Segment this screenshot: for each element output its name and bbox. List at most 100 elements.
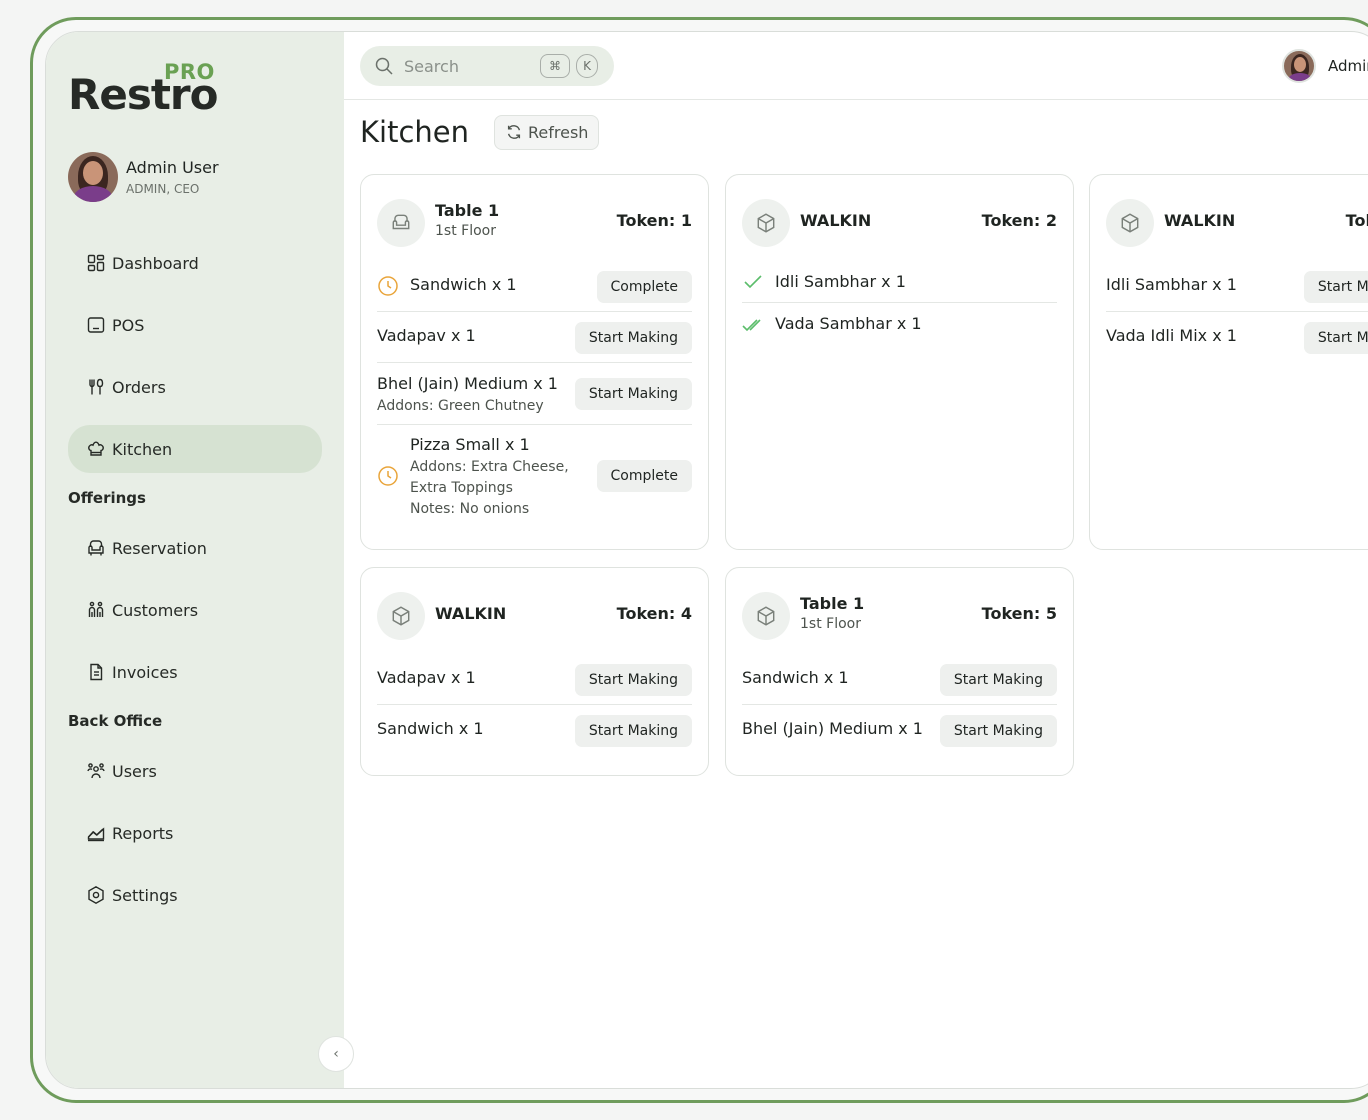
sidebar-item-label: Kitchen (112, 439, 173, 459)
item-name: Bhel (Jain) Medium x 1 (377, 374, 558, 393)
order-item: Pizza Small x 1 Addons: Extra Cheese, Ex… (377, 425, 692, 529)
app-window: PRO Restro Admin User ADMIN, CEO Dashboa… (45, 31, 1368, 1089)
order-location: 1st Floor (435, 223, 496, 239)
sidebar-item-customers[interactable]: Customers (68, 586, 322, 634)
dashboard-icon (86, 253, 106, 273)
sidebar-item-kitchen[interactable]: Kitchen (68, 425, 322, 473)
order-card: WALKIN Token: 4 Vadapav x 1 Start Making… (360, 567, 709, 776)
sidebar-item-label: Users (112, 761, 157, 781)
start-making-button[interactable]: Start Making (1303, 322, 1368, 354)
avatar (68, 152, 118, 202)
profile-name: Admin User (126, 158, 219, 177)
order-token: Token: 4 (616, 604, 692, 623)
section-title-offerings: Offerings (68, 489, 146, 507)
user-profile[interactable]: Admin User ADMIN, CEO (68, 152, 328, 204)
order-card-header: WALKIN Token: 2 (742, 197, 1057, 249)
sidebar-item-label: POS (112, 315, 145, 335)
complete-button[interactable]: Complete (596, 271, 692, 303)
order-item: Bhel (Jain) Medium x 1 Start Making (742, 705, 1057, 756)
refresh-button[interactable]: Refresh (494, 114, 600, 150)
start-making-button[interactable]: Start Making (574, 322, 692, 354)
order-token: Token: 3 (1345, 211, 1368, 230)
invoice-icon (86, 662, 106, 682)
order-card-header: Table 1 1st Floor Token: 5 (742, 590, 1057, 642)
sidebar-item-label: Reservation (112, 538, 207, 558)
order-item: Sandwich x 1 Start Making (377, 705, 692, 756)
box-icon (1106, 199, 1154, 247)
topbar: ⌘ K Admin (344, 32, 1368, 100)
start-making-button[interactable]: Start Making (574, 715, 692, 747)
chevron-left-icon: ‹ (333, 1046, 339, 1062)
sidebar-item-dashboard[interactable]: Dashboard (68, 239, 322, 287)
order-item: Vadapav x 1 Start Making (377, 312, 692, 363)
chef-hat-icon (86, 439, 106, 459)
users-icon (86, 761, 106, 781)
item-name: Sandwich x 1 (410, 275, 517, 294)
collapse-sidebar-button[interactable]: ‹ (318, 1036, 354, 1072)
sidebar-item-label: Invoices (112, 662, 178, 682)
order-card: Table 1 1st Floor Token: 5 Sandwich x 1 … (725, 567, 1074, 776)
refresh-icon (507, 125, 521, 139)
topbar-user-menu[interactable]: Admin (1282, 49, 1368, 83)
reports-icon (86, 823, 106, 843)
order-item: Idli Sambhar x 1 Start Making (1106, 261, 1368, 312)
order-item: Vada Idli Mix x 1 Start Making (1106, 312, 1368, 363)
shortcut-cmd-key: ⌘ (540, 54, 570, 78)
orders-icon (86, 377, 106, 397)
settings-icon (86, 885, 106, 905)
avatar (1282, 49, 1316, 83)
box-icon (742, 199, 790, 247)
sidebar-item-settings[interactable]: Settings (68, 871, 322, 919)
order-title: Table 1 (435, 201, 500, 220)
section-title-back-office: Back Office (68, 712, 163, 730)
page-title: Kitchen (360, 115, 469, 149)
sidebar-item-pos[interactable]: POS (68, 301, 322, 349)
item-addons: Addons: Extra Cheese, (410, 459, 569, 475)
check-icon (744, 275, 762, 289)
order-card: WALKIN Token: 2 Idli Sambhar x 1 Vada Sa… (725, 174, 1074, 550)
item-name: Bhel (Jain) Medium x 1 (742, 719, 923, 738)
start-making-button[interactable]: Start Making (1303, 271, 1368, 303)
complete-button[interactable]: Complete (596, 460, 692, 492)
order-card: Table 1 1st Floor Token: 1 Sandwich x 1 … (360, 174, 709, 550)
profile-role: ADMIN, CEO (126, 182, 200, 196)
sidebar-item-reservation[interactable]: Reservation (68, 524, 322, 572)
start-making-button[interactable]: Start Making (574, 378, 692, 410)
sidebar-item-label: Customers (112, 600, 199, 620)
item-name: Vadapav x 1 (377, 668, 476, 687)
box-icon (377, 592, 425, 640)
double-check-icon (742, 319, 761, 332)
order-item: Idli Sambhar x 1 (742, 261, 1057, 303)
sidebar-item-orders[interactable]: Orders (68, 363, 322, 411)
order-item: Vada Sambhar x 1 (742, 303, 1057, 345)
armchair-icon (86, 538, 106, 558)
sidebar-item-reports[interactable]: Reports (68, 809, 322, 857)
order-title: Table 1 (800, 594, 865, 613)
order-item: Sandwich x 1 Complete (377, 261, 692, 312)
refresh-label: Refresh (528, 122, 589, 142)
sidebar-item-users[interactable]: Users (68, 747, 322, 795)
item-name: Idli Sambhar x 1 (775, 272, 906, 291)
order-title: WALKIN (1164, 211, 1236, 230)
search-input[interactable] (404, 56, 534, 76)
item-name: Idli Sambhar x 1 (1106, 275, 1237, 294)
item-addons: Extra Toppings (410, 480, 513, 496)
sidebar-item-label: Dashboard (112, 253, 199, 273)
sidebar-item-invoices[interactable]: Invoices (68, 648, 322, 696)
order-title: WALKIN (435, 604, 507, 623)
search-bar[interactable]: ⌘ K (360, 46, 614, 86)
start-making-button[interactable]: Start Making (574, 664, 692, 696)
clock-icon (378, 276, 398, 296)
page-header: Kitchen Refresh (360, 112, 600, 152)
order-item: Vadapav x 1 Start Making (377, 654, 692, 705)
clock-icon (378, 466, 398, 486)
start-making-button[interactable]: Start Making (939, 715, 1057, 747)
customers-icon (86, 600, 106, 620)
box-icon (742, 592, 790, 640)
order-token: Token: 2 (981, 211, 1057, 230)
order-card-header: WALKIN Token: 4 (377, 590, 692, 642)
start-making-button[interactable]: Start Making (939, 664, 1057, 696)
item-name: Vada Sambhar x 1 (775, 314, 922, 333)
order-item: Sandwich x 1 Start Making (742, 654, 1057, 705)
search-icon (375, 57, 393, 75)
